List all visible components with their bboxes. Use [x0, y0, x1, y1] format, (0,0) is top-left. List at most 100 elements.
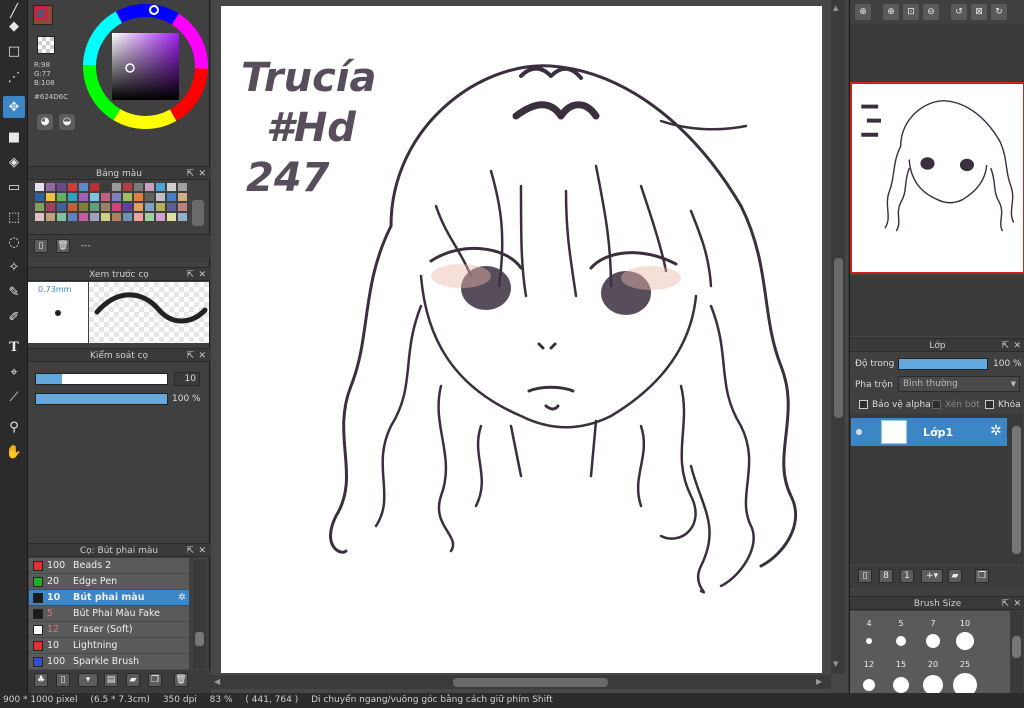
brush-list-item[interactable]: 100 Sparkle Brush: [29, 654, 189, 670]
brush-size-scrollbar[interactable]: [1010, 611, 1023, 693]
panel-float-icon[interactable]: ⇱: [1001, 597, 1009, 611]
new-layer-icon[interactable]: ▯: [858, 569, 872, 583]
panel-float-icon[interactable]: ⇱: [1001, 339, 1009, 353]
panel-close-icon[interactable]: ✕: [198, 167, 206, 181]
palette-scrollbar[interactable]: [192, 200, 204, 226]
brush-size-scroll-thumb[interactable]: [1012, 636, 1021, 658]
palette-swatch[interactable]: [112, 213, 121, 221]
navigator-preview[interactable]: [850, 82, 1024, 274]
palette-swatch[interactable]: [134, 203, 143, 211]
bucket-tool-icon[interactable]: ◈: [3, 151, 25, 173]
select-pen-icon[interactable]: ✎: [3, 281, 25, 303]
add-layer-menu-icon[interactable]: +▾: [921, 569, 943, 583]
protect-alpha-checkbox[interactable]: [859, 400, 868, 409]
panel-close-icon[interactable]: ✕: [198, 268, 206, 282]
brush-list-scrollbar[interactable]: [193, 560, 206, 668]
layer-scrollbar[interactable]: [1010, 414, 1023, 564]
palette-swatch[interactable]: [46, 203, 55, 211]
panel-float-icon[interactable]: ⇱: [186, 544, 194, 558]
palette-swatch[interactable]: [145, 213, 154, 221]
brush-settings-icon[interactable]: ✲: [178, 590, 186, 606]
dot-tool-icon[interactable]: □: [3, 40, 25, 62]
zoom-in-icon[interactable]: ⊕: [855, 4, 871, 20]
transparent-color-swatch[interactable]: [37, 36, 55, 54]
eraser-tool-icon[interactable]: ◆: [3, 15, 25, 37]
scroll-left-icon[interactable]: ◀: [214, 677, 220, 686]
horizontal-scroll-thumb[interactable]: [453, 678, 608, 687]
brush-list-item[interactable]: 5 Bút Phai Màu Fake: [29, 606, 189, 622]
palette-icon[interactable]: ◕: [37, 114, 53, 130]
palette-swatch[interactable]: [178, 203, 187, 211]
palette-swatch[interactable]: [46, 193, 55, 201]
palette-swatch[interactable]: [68, 203, 77, 211]
canvas-vertical-scrollbar[interactable]: ▲ ▼: [831, 0, 845, 674]
palette-swatch[interactable]: [101, 203, 110, 211]
panel-float-icon[interactable]: ⇱: [186, 268, 194, 282]
layer-visibility-icon[interactable]: [856, 429, 862, 435]
brush-size-cell[interactable]: 4: [854, 611, 884, 651]
brush-copy-icon[interactable]: ❐: [148, 673, 162, 687]
palette-swatch[interactable]: [101, 183, 110, 191]
zoom-in-alt-icon[interactable]: ⊕: [883, 4, 899, 20]
brush-list-item[interactable]: 10 Lightning: [29, 638, 189, 654]
scroll-thumb[interactable]: [195, 632, 204, 646]
new-palette-icon[interactable]: ▯: [34, 239, 48, 253]
palette-swatch[interactable]: [46, 183, 55, 191]
panel-float-icon[interactable]: ⇱: [186, 167, 194, 181]
palette-swatch[interactable]: [167, 193, 176, 201]
palette-swatch[interactable]: [57, 203, 66, 211]
palette-swatch[interactable]: [156, 183, 165, 191]
palette-swatch[interactable]: [90, 183, 99, 191]
palette-swatch[interactable]: [156, 193, 165, 201]
palette-swatch[interactable]: [112, 183, 121, 191]
clipping-checkbox[interactable]: [932, 400, 941, 409]
brush-duplicate-icon[interactable]: ▤: [104, 673, 118, 687]
delete-palette-icon[interactable]: 🗑: [56, 239, 70, 253]
palette-swatch[interactable]: [112, 203, 121, 211]
eyedropper-tool-icon[interactable]: ⟋: [3, 386, 25, 408]
brush-size-cell[interactable]: 5: [886, 611, 916, 651]
palette-swatch[interactable]: [112, 193, 121, 201]
scroll-up-icon[interactable]: ▲: [833, 4, 838, 12]
palette-swatch[interactable]: [123, 183, 132, 191]
panel-float-icon[interactable]: ⇱: [186, 349, 194, 363]
palette-swatch[interactable]: [79, 183, 88, 191]
palette-swatch[interactable]: [178, 183, 187, 191]
brush-size-cell[interactable]: 20: [918, 653, 948, 695]
palette-swatch[interactable]: [145, 183, 154, 191]
rotate-left-icon[interactable]: ↺: [951, 4, 967, 20]
palette-swatch[interactable]: [57, 213, 66, 221]
panel-close-icon[interactable]: ✕: [198, 544, 206, 558]
new-1bit-layer-icon[interactable]: 1: [900, 569, 914, 583]
brush-list-item[interactable]: 100 Beads 2: [29, 558, 189, 574]
select-eraser-icon[interactable]: ✐: [3, 306, 25, 328]
palette-swatch[interactable]: [145, 193, 154, 201]
blend-mode-select[interactable]: Bình thường ▼: [898, 376, 1020, 392]
brush-list-item[interactable]: 20 Edge Pen: [29, 574, 189, 590]
palette-swatch[interactable]: [79, 193, 88, 201]
layer-opacity-slider[interactable]: [898, 358, 988, 370]
palette-swatch[interactable]: [156, 203, 165, 211]
brush-size-value[interactable]: 10: [174, 372, 200, 386]
scroll-down-icon[interactable]: ▼: [833, 660, 838, 668]
palette-swatch[interactable]: [46, 213, 55, 221]
pipette-icon[interactable]: ⚲: [3, 416, 25, 438]
palette-swatch[interactable]: [35, 203, 44, 211]
zoom-out-icon[interactable]: ⊖: [923, 4, 939, 20]
palette-grid[interactable]: [31, 181, 189, 233]
brush-opacity-slider[interactable]: [35, 393, 168, 405]
scroll-right-icon[interactable]: ▶: [816, 677, 822, 686]
fill-rect-tool-icon[interactable]: ■: [3, 126, 25, 148]
rotate-right-icon[interactable]: ↻: [991, 4, 1007, 20]
palette-swatch[interactable]: [123, 193, 132, 201]
layer-folder-icon[interactable]: ▰: [948, 569, 962, 583]
hand-tool-icon[interactable]: ✋: [3, 441, 25, 463]
text-tool-icon[interactable]: T: [3, 336, 25, 358]
divide-tool-icon[interactable]: ⌖: [3, 361, 25, 383]
color-wheel[interactable]: [82, 3, 209, 130]
vertical-scroll-thumb[interactable]: [834, 258, 843, 418]
move-tool-icon[interactable]: ✥: [3, 96, 25, 118]
palette-swatch[interactable]: [101, 213, 110, 221]
brush-delete-icon[interactable]: 🗑: [174, 673, 188, 687]
reset-view-icon[interactable]: ⊠: [971, 4, 987, 20]
